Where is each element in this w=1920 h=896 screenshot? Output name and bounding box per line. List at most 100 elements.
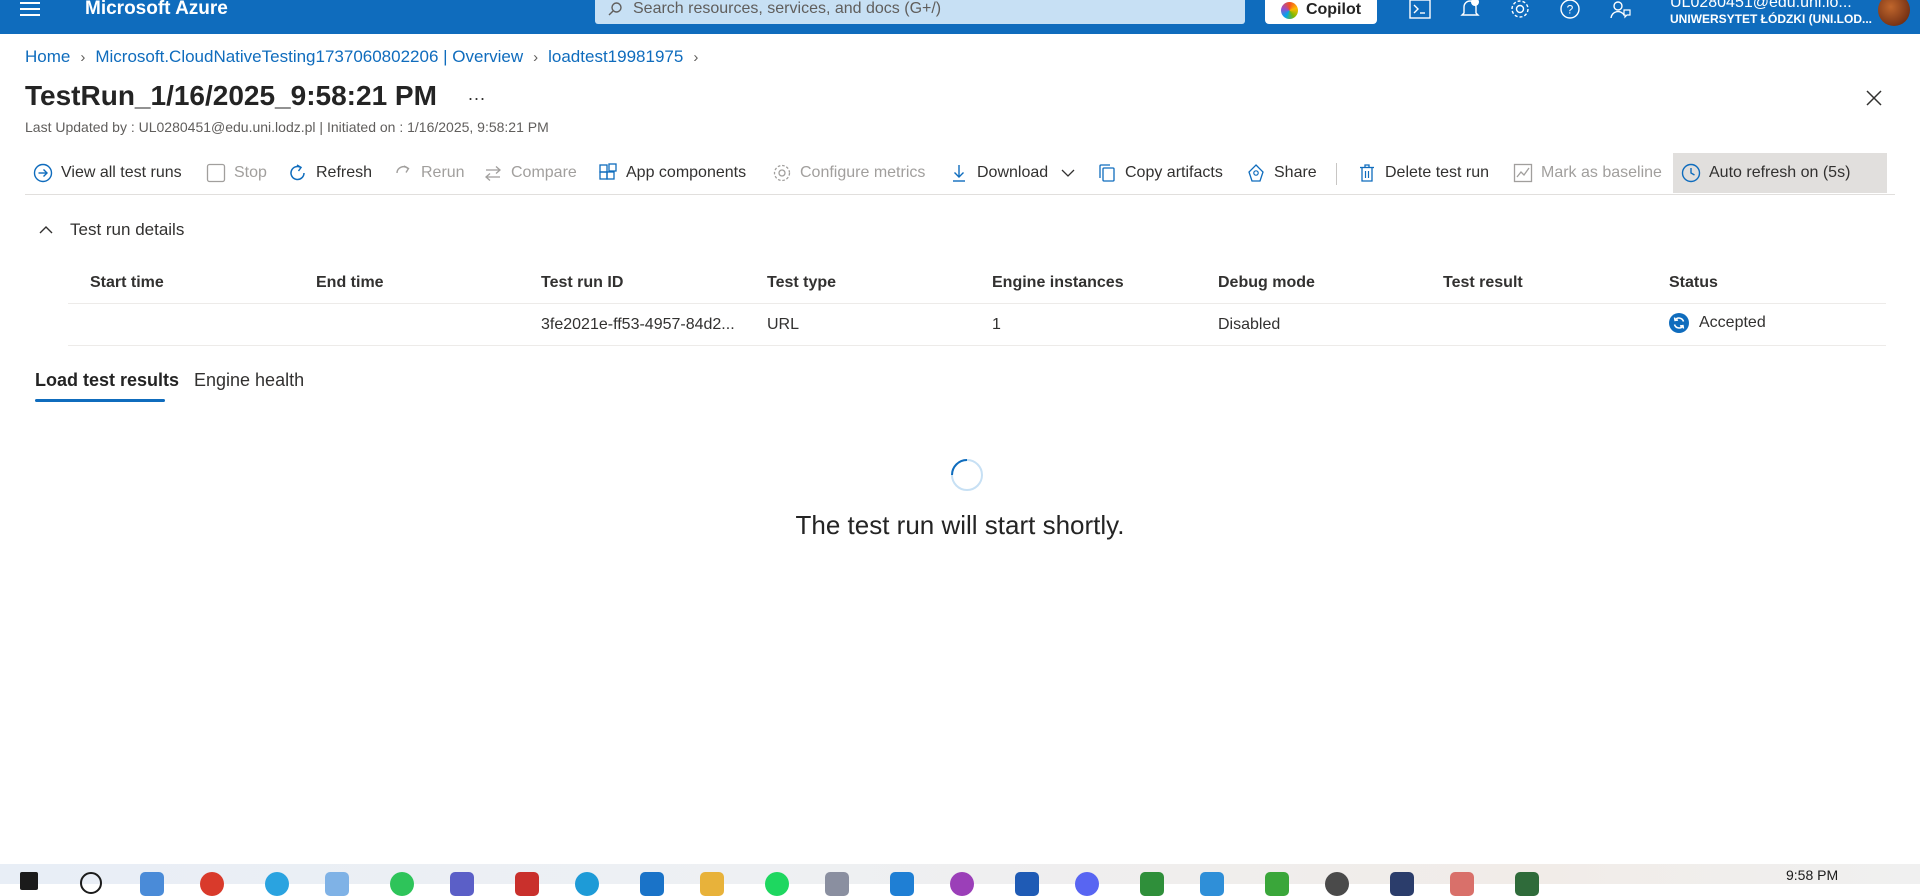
- app-icon[interactable]: [1200, 872, 1224, 896]
- toolbar-divider: [1336, 163, 1337, 185]
- account-info[interactable]: UL0280451@edu.uni.lo... UNIWERSYTET ŁÓDZ…: [1670, 0, 1872, 27]
- app-icon[interactable]: [1140, 872, 1164, 896]
- avatar[interactable]: [1878, 0, 1910, 26]
- app-components-icon: [599, 163, 617, 180]
- app-icon[interactable]: [1450, 872, 1474, 896]
- tab-load-test-results[interactable]: Load test results: [35, 370, 179, 391]
- edge-icon[interactable]: [575, 872, 599, 896]
- app-icon[interactable]: [825, 872, 849, 896]
- search-icon[interactable]: [80, 872, 102, 894]
- page-title: TestRun_1/16/2025_9:58:21 PM: [25, 80, 437, 111]
- mark-as-baseline-button[interactable]: Mark as baseline: [1513, 153, 1662, 193]
- search-placeholder: Search resources, services, and docs (G+…: [633, 0, 942, 17]
- word-icon[interactable]: [1015, 872, 1039, 896]
- auto-refresh-button[interactable]: Auto refresh on (5s): [1681, 153, 1850, 193]
- breadcrumb: Home › Microsoft.CloudNativeTesting17370…: [25, 47, 708, 67]
- close-icon[interactable]: [1864, 88, 1884, 108]
- spotify-icon[interactable]: [765, 872, 789, 896]
- office-app-icon[interactable]: [515, 872, 539, 896]
- debug-mode-cell: Disabled: [1218, 316, 1281, 333]
- compare-button[interactable]: Compare: [483, 153, 577, 193]
- notifications-icon[interactable]: [1458, 0, 1482, 21]
- mark-baseline-label: Mark as baseline: [1541, 164, 1662, 181]
- gear-icon: [773, 164, 791, 182]
- page-subtitle: Last Updated by : UL0280451@edu.uni.lodz…: [25, 119, 549, 135]
- refresh-icon: [290, 164, 305, 181]
- test-type-cell: URL: [767, 316, 800, 333]
- rerun-label: Rerun: [421, 164, 465, 181]
- status-cell: Accepted: [1669, 313, 1766, 333]
- terminal-icon[interactable]: [1390, 872, 1414, 896]
- column-header: Test run ID: [541, 274, 624, 291]
- tab-engine-health[interactable]: Engine health: [194, 370, 304, 391]
- stop-button[interactable]: Stop: [206, 153, 267, 193]
- app-icon[interactable]: [1265, 872, 1289, 896]
- column-header: Debug mode: [1218, 274, 1315, 291]
- chrome-icon[interactable]: [200, 872, 224, 896]
- details-table-header: Start time End time Test run ID Test typ…: [68, 264, 1886, 304]
- clock-icon: [1681, 163, 1701, 183]
- portal-brand[interactable]: Microsoft Azure: [85, 0, 228, 18]
- chevron-right-icon: ›: [80, 48, 86, 66]
- compare-arrows-icon: [485, 166, 501, 181]
- feedback-icon[interactable]: [1608, 0, 1632, 21]
- share-button[interactable]: Share: [1246, 153, 1317, 193]
- configure-metrics-button[interactable]: Configure metrics: [772, 153, 925, 193]
- search-icon: [608, 2, 622, 16]
- widgets-icon[interactable]: [140, 872, 164, 896]
- cloud-shell-icon[interactable]: [1408, 0, 1432, 21]
- app-icon[interactable]: [1325, 872, 1349, 896]
- chevron-down-icon: [1061, 169, 1075, 177]
- active-tab-indicator: [35, 399, 165, 402]
- stop-label: Stop: [234, 164, 267, 181]
- download-icon: [953, 165, 965, 182]
- breadcrumb-resource-group[interactable]: Microsoft.CloudNativeTesting173706080220…: [95, 47, 523, 67]
- outlook-icon[interactable]: [640, 872, 664, 896]
- breadcrumb-load-test[interactable]: loadtest19981975: [548, 47, 683, 67]
- more-options-button[interactable]: ...: [468, 84, 486, 105]
- baseline-chart-icon: [1513, 163, 1533, 183]
- view-all-test-runs-button[interactable]: View all test runs: [33, 153, 182, 193]
- user-organization: UNIWERSYTET ŁÓDZKI (UNI.LOD...: [1670, 12, 1872, 26]
- os-taskbar: 9:58 PM: [0, 864, 1920, 896]
- podcast-icon[interactable]: [950, 872, 974, 896]
- test-run-id-cell[interactable]: 3fe2021e-ff53-4957-84d2...: [541, 316, 735, 334]
- sync-status-icon: [1669, 313, 1689, 333]
- clock-time[interactable]: 9:58 PM: [1786, 867, 1838, 883]
- copilot-label: Copilot: [1305, 1, 1362, 18]
- app-components-button[interactable]: App components: [598, 153, 746, 193]
- start-menu-icon[interactable]: [20, 872, 38, 890]
- rerun-button[interactable]: Rerun: [393, 153, 465, 193]
- discord-icon[interactable]: [1075, 872, 1099, 896]
- app-icon[interactable]: [1515, 872, 1539, 896]
- photos-icon[interactable]: [325, 872, 349, 896]
- help-icon[interactable]: ?: [1558, 0, 1582, 21]
- settings-gear-icon[interactable]: [1508, 0, 1532, 21]
- search-input[interactable]: Search resources, services, and docs (G+…: [595, 0, 1245, 24]
- copy-artifacts-button[interactable]: Copy artifacts: [1097, 153, 1223, 193]
- svg-text:?: ?: [1567, 3, 1574, 17]
- whatsapp-icon[interactable]: [390, 872, 414, 896]
- vscode-icon[interactable]: [890, 872, 914, 896]
- telegram-icon[interactable]: [265, 872, 289, 896]
- chevron-right-icon: ›: [533, 48, 539, 66]
- trash-icon: [1360, 164, 1374, 182]
- download-button[interactable]: Download: [949, 153, 1076, 193]
- refresh-button[interactable]: Refresh: [288, 153, 372, 193]
- column-header: Status: [1669, 274, 1718, 291]
- chevron-right-icon: ›: [693, 48, 699, 66]
- hamburger-menu-icon[interactable]: [20, 2, 40, 16]
- view-all-label: View all test runs: [61, 164, 182, 181]
- column-header: Test result: [1443, 274, 1523, 291]
- copilot-icon: [1280, 1, 1298, 19]
- teams-icon[interactable]: [450, 872, 474, 896]
- file-explorer-icon[interactable]: [700, 872, 724, 896]
- copilot-button[interactable]: Copilot: [1265, 0, 1377, 24]
- delete-test-run-button[interactable]: Delete test run: [1357, 153, 1489, 193]
- loading-message: The test run will start shortly.: [795, 510, 1125, 540]
- test-run-details-toggle[interactable]: Test run details: [38, 220, 184, 240]
- chevron-up-icon: [39, 226, 53, 234]
- arrow-circle-icon: [33, 163, 53, 183]
- breadcrumb-home[interactable]: Home: [25, 47, 70, 67]
- configure-metrics-label: Configure metrics: [800, 164, 926, 181]
